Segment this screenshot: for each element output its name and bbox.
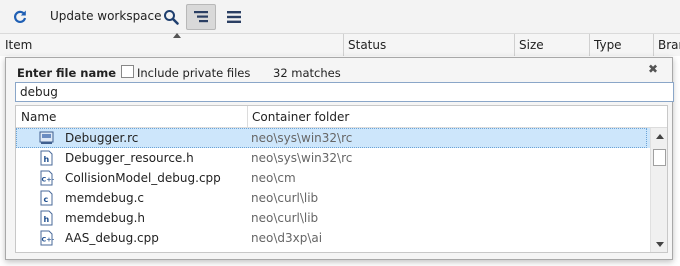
include-private-checkbox[interactable]: [121, 65, 134, 78]
include-private-label[interactable]: Include private files: [137, 66, 250, 80]
result-row[interactable]: c memdebug.c neo\curl\lib: [16, 188, 650, 208]
scroll-thumb[interactable]: [653, 149, 666, 166]
hamburger-menu-icon[interactable]: [223, 6, 245, 28]
svg-text:C++: C++: [42, 176, 55, 184]
c-file-icon: c: [39, 190, 54, 206]
column-divider[interactable]: [653, 34, 654, 56]
vertical-scrollbar[interactable]: [650, 128, 667, 252]
column-divider[interactable]: [343, 34, 344, 56]
scroll-up-arrow-icon[interactable]: [656, 134, 664, 139]
container-folder: neo\sys\win32\rc: [251, 151, 353, 165]
file-name: Debugger.rc: [65, 131, 139, 145]
column-size[interactable]: Size: [519, 38, 544, 52]
result-row[interactable]: h Debugger_resource.h neo\sys\win32\rc: [16, 148, 650, 168]
find-file-popup: Enter file name Include private files 32…: [5, 57, 674, 260]
file-name: CollisionModel_debug.cpp: [65, 171, 221, 185]
update-workspace-button[interactable]: Update workspace: [50, 9, 162, 23]
file-name: memdebug.h: [65, 211, 146, 225]
file-name-search-input[interactable]: [15, 82, 674, 102]
cpp-file-icon: C++: [39, 230, 57, 246]
result-row[interactable]: C++ AAS_debug.cpp neo\d3xp\ai: [16, 228, 650, 248]
container-folder: neo\curl\lib: [251, 191, 319, 205]
column-branch[interactable]: Bran: [658, 38, 680, 52]
column-name[interactable]: Name: [21, 110, 56, 124]
scroll-down-arrow-icon[interactable]: [656, 242, 664, 247]
results-list: Name Container folder Debugger.rc neo\sy…: [15, 105, 668, 253]
result-row[interactable]: Debugger.rc neo\sys\win32\rc: [16, 128, 650, 148]
column-item[interactable]: Item: [5, 38, 32, 52]
column-status[interactable]: Status: [348, 38, 386, 52]
column-divider[interactable]: [514, 34, 515, 56]
column-divider[interactable]: [589, 34, 590, 56]
column-divider[interactable]: [247, 106, 248, 127]
header-file-icon: h: [39, 210, 54, 226]
refresh-icon[interactable]: [9, 6, 31, 28]
match-count: 32 matches: [273, 66, 341, 80]
container-folder: neo\curl\lib: [251, 211, 319, 225]
container-folder: neo\cm: [251, 171, 296, 185]
container-folder: neo\sys\win32\rc: [251, 131, 353, 145]
container-folder: neo\d3xp\ai: [251, 231, 323, 245]
file-name: AAS_debug.cpp: [65, 231, 159, 245]
resource-file-icon: [39, 130, 54, 146]
tree-view-icon[interactable]: [186, 4, 216, 30]
results-header: Name Container folder: [16, 106, 667, 128]
table-header: Item Status Size Type Bran: [0, 33, 680, 57]
svg-text:c: c: [44, 195, 49, 204]
search-icon[interactable]: [160, 6, 182, 28]
svg-text:C++: C++: [42, 236, 55, 244]
header-file-icon: h: [39, 150, 54, 166]
sort-ascending-icon: [173, 33, 181, 38]
result-row[interactable]: h memdebug.h neo\curl\lib: [16, 208, 650, 228]
popup-title: Enter file name: [17, 66, 117, 80]
cpp-file-icon: C++: [39, 170, 57, 186]
svg-text:h: h: [44, 215, 50, 224]
toolbar: Update workspace: [0, 0, 680, 33]
column-type[interactable]: Type: [594, 38, 622, 52]
svg-text:h: h: [44, 155, 50, 164]
file-name: Debugger_resource.h: [65, 151, 194, 165]
file-name: memdebug.c: [65, 191, 145, 205]
result-row[interactable]: C++ CollisionModel_debug.cpp neo\cm: [16, 168, 650, 188]
close-icon[interactable]: ✖: [648, 62, 658, 76]
column-container-folder[interactable]: Container folder: [252, 110, 349, 124]
